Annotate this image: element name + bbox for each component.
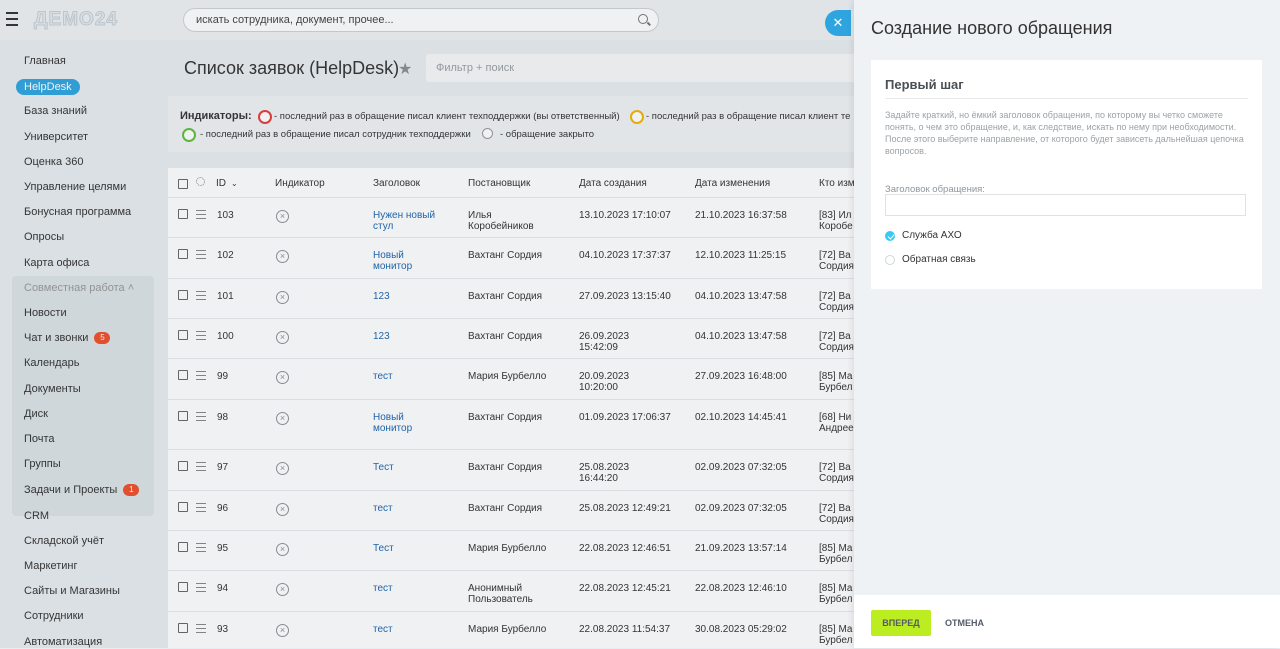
- overlay[interactable]: [0, 0, 854, 648]
- step-description: Задайте краткий, но ёмкий заголовок обра…: [885, 110, 1244, 156]
- step-title: Первый шаг: [885, 77, 964, 92]
- radio-aho-label[interactable]: Служба АХО: [902, 230, 962, 241]
- radio-aho[interactable]: [885, 231, 895, 241]
- title-field[interactable]: [885, 194, 1246, 216]
- next-button[interactable]: ВПЕРЕД: [871, 610, 931, 636]
- radio-feedback[interactable]: [885, 255, 895, 265]
- radio-feedback-label[interactable]: Обратная связь: [902, 254, 976, 265]
- step-card: Первый шаг Задайте краткий, но ёмкий заг…: [871, 60, 1262, 289]
- create-ticket-panel: Создание нового обращения Первый шаг Зад…: [854, 0, 1280, 648]
- close-panel-button[interactable]: ✕: [825, 10, 851, 36]
- cancel-button[interactable]: ОТМЕНА: [945, 610, 984, 636]
- divider: [885, 98, 1248, 99]
- panel-title: Создание нового обращения: [871, 18, 1113, 38]
- panel-footer: ВПЕРЕД ОТМЕНА: [854, 595, 1280, 648]
